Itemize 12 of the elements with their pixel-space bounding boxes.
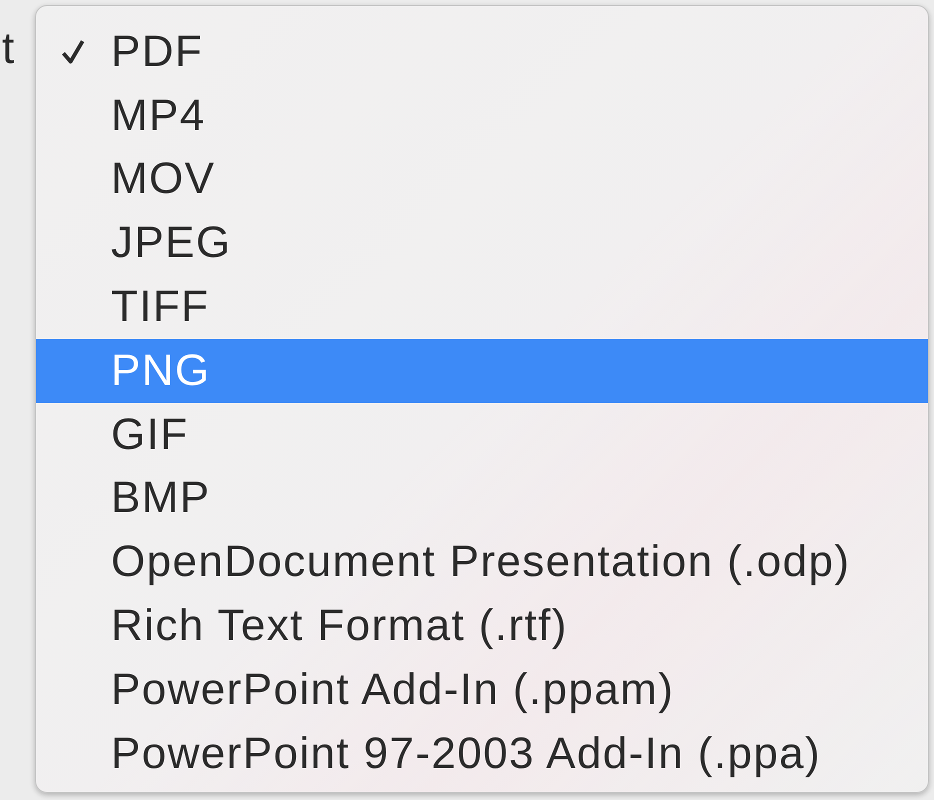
background-label: t [2,24,14,74]
menu-item[interactable]: MP4 [36,84,928,148]
menu-item[interactable]: PowerPoint 97-2003 Add-In (.ppa) [36,722,928,786]
menu-item[interactable]: PDF [36,20,928,84]
menu-item[interactable]: MOV [36,148,928,212]
menu-item[interactable]: GIF [36,402,928,467]
menu-item[interactable]: JPEG [36,211,928,276]
menu-item[interactable]: TIFF [36,275,928,339]
menu-item[interactable]: Rich Text Format (.rtf) [36,594,928,658]
menu-item[interactable]: OpenDocument Presentation (.odp) [36,530,928,594]
menu-item[interactable]: BMP [36,466,928,530]
menu-item[interactable]: PowerPoint Add-In (.ppam) [36,658,928,722]
